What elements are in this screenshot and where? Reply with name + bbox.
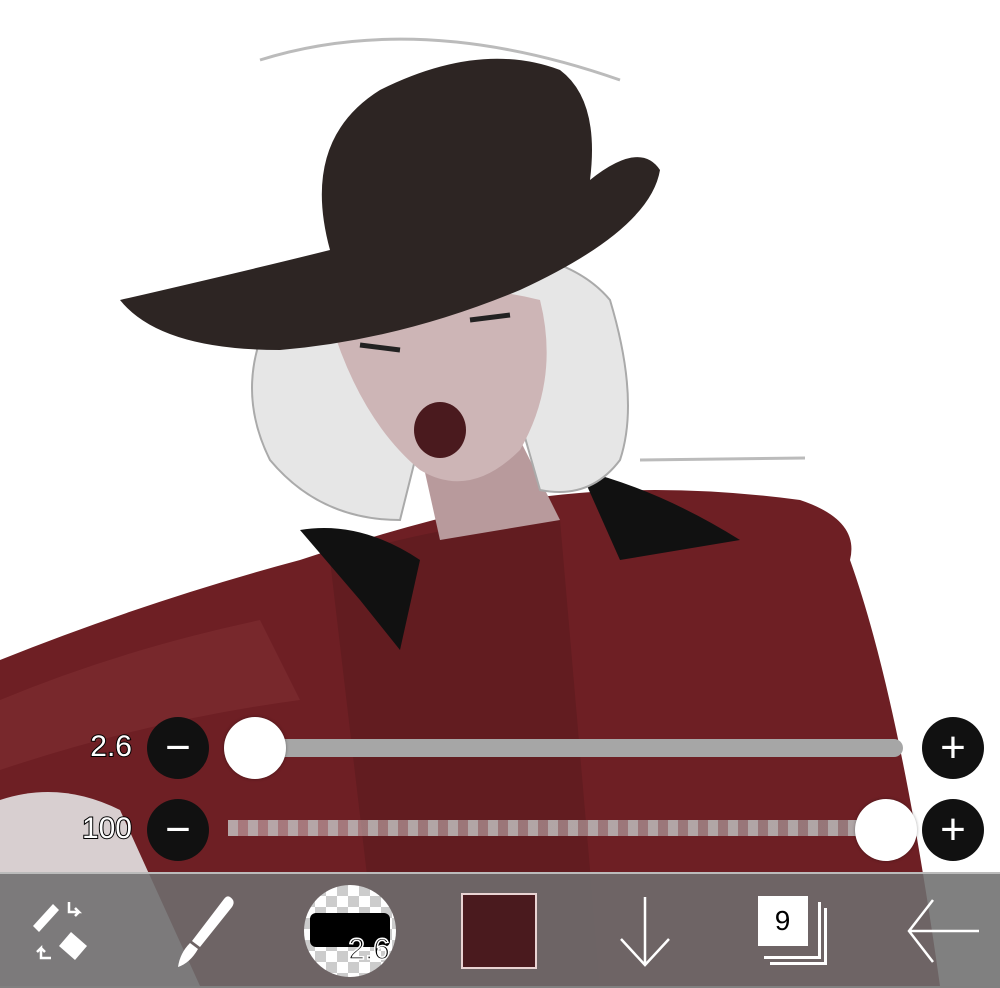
color-swatch — [461, 893, 537, 969]
transform-eraser-swap-icon — [33, 902, 87, 960]
tool-swap-button[interactable] — [15, 874, 105, 988]
opacity-increase-button[interactable]: + — [922, 799, 984, 861]
bottom-toolbar: 2.6 9 — [0, 872, 1000, 988]
opacity-decrease-button[interactable]: − — [147, 799, 209, 861]
download-button[interactable] — [605, 874, 685, 988]
opacity-value: 100 — [81, 811, 133, 846]
brush-size-preview-icon: 2.6 — [304, 885, 396, 977]
layers-button[interactable]: 9 — [750, 874, 835, 988]
brush-size-decrease-button[interactable]: − — [147, 717, 209, 779]
brush-tool-button[interactable] — [160, 874, 250, 988]
brush-size-slider-thumb[interactable] — [224, 717, 286, 779]
layer-count: 9 — [757, 896, 808, 946]
brush-size-preview-label: 2.6 — [348, 932, 391, 967]
plus-icon: + — [940, 723, 966, 772]
brush-size-slider-track[interactable] — [255, 739, 903, 757]
arrow-down-icon — [620, 897, 670, 967]
opacity-slider-track[interactable] — [228, 820, 888, 836]
color-button[interactable] — [460, 874, 538, 988]
brush-size-preview-button[interactable]: 2.6 — [302, 874, 398, 988]
minus-icon: − — [165, 805, 191, 854]
minus-icon: − — [165, 723, 191, 772]
brush-icon — [178, 896, 234, 967]
brush-size-value: 2.6 — [89, 729, 133, 764]
plus-icon: + — [940, 805, 966, 854]
back-arrow-icon — [906, 899, 979, 963]
brush-size-increase-button[interactable]: + — [922, 717, 984, 779]
opacity-slider-thumb[interactable] — [855, 799, 917, 861]
layers-icon: 9 — [757, 896, 828, 966]
back-button[interactable] — [900, 874, 985, 988]
